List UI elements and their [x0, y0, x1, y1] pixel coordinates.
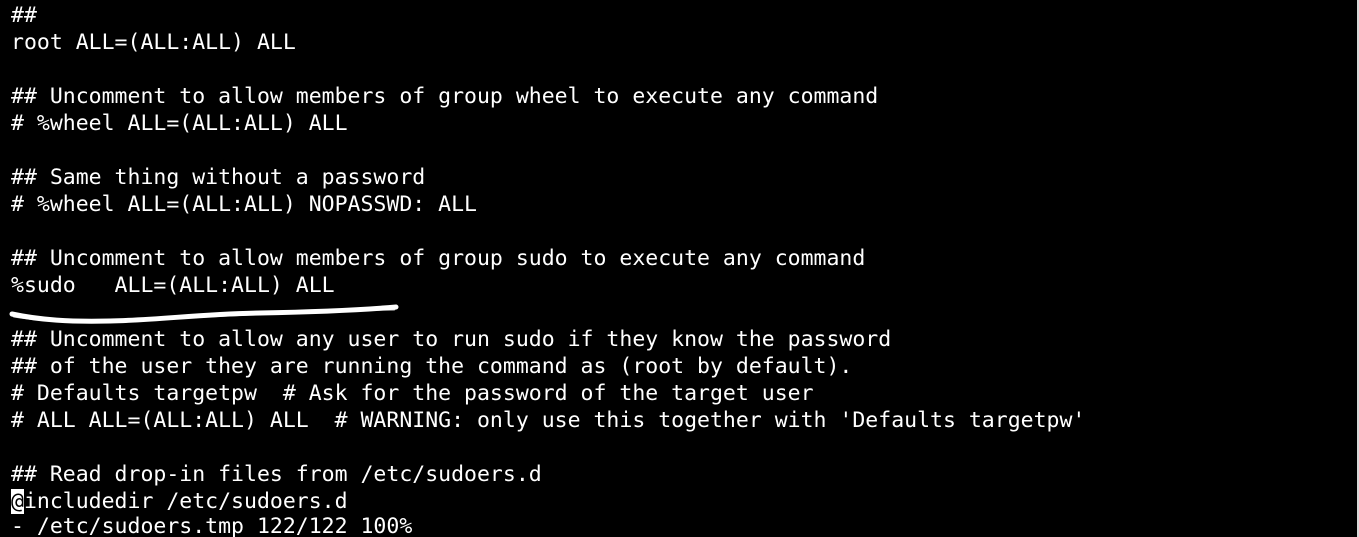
sudo-group-rule-line: %sudo ALL=(ALL:ALL) ALL [11, 273, 335, 298]
code-line: # Defaults targetpw # Ask for the passwo… [11, 381, 814, 406]
code-line: # ALL ALL=(ALL:ALL) ALL # WARNING: only … [11, 408, 1086, 433]
code-line: ## Same thing without a password [11, 165, 426, 190]
code-line: # %wheel ALL=(ALL:ALL) ALL [11, 111, 348, 136]
text-cursor: @ [11, 489, 24, 514]
code-line: ## Uncomment to allow members of group w… [11, 84, 879, 109]
code-line: ## of the user they are running the comm… [11, 354, 853, 379]
cursor-line-text: includedir /etc/sudoers.d [23, 489, 348, 514]
terminal-window[interactable]: ## root ALL=(ALL:ALL) ALL ## Uncomment t… [0, 0, 1359, 537]
code-line: ## Read drop-in files from /etc/sudoers.… [11, 462, 542, 487]
cursor-line[interactable]: @includedir /etc/sudoers.d [11, 488, 348, 515]
code-line: ## [11, 3, 37, 28]
status-bar: - /etc/sudoers.tmp 122/122 100% [11, 514, 413, 537]
code-line: ## Uncomment to allow members of group s… [11, 246, 866, 271]
hand-drawn-underline [9, 304, 399, 324]
code-line: root ALL=(ALL:ALL) ALL [11, 30, 296, 55]
code-line: # %wheel ALL=(ALL:ALL) NOPASSWD: ALL [11, 192, 477, 217]
code-line: ## Uncomment to allow any user to run su… [11, 327, 892, 352]
